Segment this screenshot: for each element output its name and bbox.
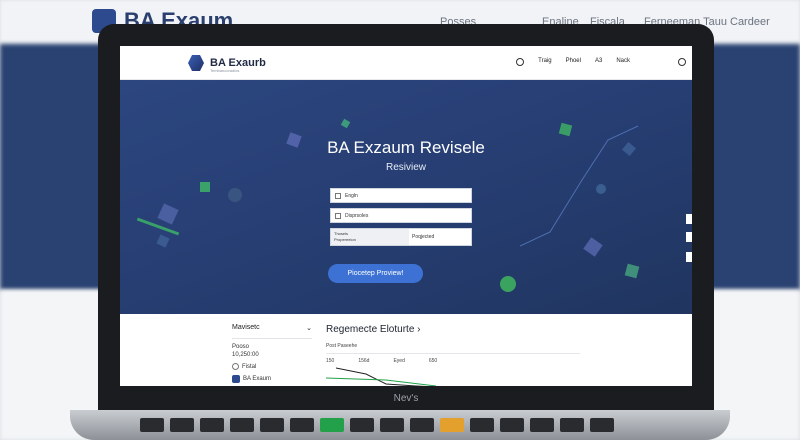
laptop-bottom-bezel: Nev's	[98, 386, 714, 410]
section-heading-text: Regemecte Eloturte	[326, 324, 415, 335]
side-menu-item[interactable]: Fistal	[232, 363, 312, 370]
meta-value: 650	[428, 358, 438, 364]
decor-circle	[228, 188, 242, 202]
search-icon[interactable]	[516, 58, 525, 66]
key	[350, 418, 374, 432]
side-menu-item-text: Fistal	[242, 363, 257, 370]
login-field[interactable]: Engln	[330, 188, 472, 203]
decor-square	[200, 182, 210, 192]
nav-item[interactable]: A3	[595, 58, 602, 66]
chevron-right-icon: ›	[417, 324, 421, 335]
key	[320, 418, 344, 432]
decor-square	[624, 263, 640, 279]
side-menu-item[interactable]: Pooso	[232, 344, 312, 350]
mini-line-chart	[326, 367, 437, 386]
key	[200, 418, 224, 432]
split-left-line2: Propereeion	[334, 237, 356, 242]
login-field-label: Engln	[345, 192, 358, 199]
key	[440, 418, 464, 432]
side-menu-heading[interactable]: Mavisetc ⌄	[232, 324, 312, 339]
laptop-frame: BA Exaurb Tembancoradlos Traig Phoel A3 …	[98, 24, 714, 410]
key	[170, 418, 194, 432]
key	[470, 418, 494, 432]
dropdown-field[interactable]: Disprsoles	[330, 208, 472, 223]
site-logo[interactable]: BA Exaurb Tembancoradlos	[188, 55, 266, 73]
keyboard-row	[140, 418, 614, 432]
meta-value: 150	[326, 358, 335, 364]
side-menu: Mavisetc ⌄ Pooso 10,250:00 Fistal BA Exa…	[232, 324, 312, 383]
site-nav: Traig Phoel A3 Nack	[516, 58, 630, 66]
content-panel: Regemecte Eloturte › Post Paseehe 150 15…	[326, 324, 580, 386]
key	[380, 418, 404, 432]
hero-subtitle: Resiview	[385, 162, 426, 173]
logo-hex-icon	[188, 55, 204, 71]
side-tab	[686, 252, 692, 262]
decor-square	[157, 203, 179, 225]
nav-item[interactable]: Phoel	[566, 58, 581, 66]
hero-section: BA Exzaum Revisele Resiview Engln Disprs…	[120, 80, 692, 314]
key	[500, 418, 524, 432]
key	[530, 418, 554, 432]
site-header: BA Exaurb Tembancoradlos Traig Phoel A3 …	[120, 46, 692, 80]
split-field[interactable]: Thosels Propereeion Poqjected	[330, 228, 472, 246]
meta-row: 150 156d Eyed 650	[326, 358, 580, 364]
key	[290, 418, 314, 432]
decor-square	[156, 234, 170, 248]
nav-item[interactable]: Nack	[616, 58, 630, 66]
split-field-right: Poqjected	[412, 234, 435, 240]
side-tab	[686, 232, 692, 242]
decor-square	[340, 118, 351, 129]
laptop-screen: BA Exaurb Tembancoradlos Traig Phoel A3 …	[120, 46, 692, 386]
section-heading[interactable]: Regemecte Eloturte ›	[326, 324, 580, 335]
key	[590, 418, 614, 432]
site-logo-tagline: Tembancoradlos	[210, 68, 240, 73]
key	[230, 418, 254, 432]
key	[410, 418, 434, 432]
side-menu-heading-text: Mavisetc	[232, 324, 260, 331]
bezel-label: Nev's	[393, 392, 419, 404]
logo-icon	[232, 375, 240, 383]
preview-button[interactable]: Piocetep Proview!	[328, 264, 423, 283]
background-nav-item: Cardeer	[730, 16, 770, 28]
checkbox-icon	[335, 192, 341, 199]
key	[260, 418, 284, 432]
decor-circle	[500, 276, 516, 292]
key	[560, 418, 584, 432]
side-menu-item-text: Pooso	[232, 344, 250, 350]
side-menu-value-text: 10,250:00	[232, 352, 259, 358]
key	[140, 418, 164, 432]
side-menu-item[interactable]: BA Exaum	[232, 375, 312, 383]
side-menu-item-text: BA Exaum	[243, 376, 272, 382]
dropdown-field-label: Disprsoles	[345, 212, 369, 219]
checkbox-icon	[335, 212, 341, 219]
split-field-left: Thosels Propereeion	[331, 229, 409, 245]
side-menu-value: 10,250:00	[232, 352, 312, 358]
meta-label: Post Paseehe	[326, 343, 358, 349]
help-icon[interactable]	[678, 58, 686, 66]
nav-item[interactable]: Traig	[538, 58, 551, 66]
meta-value: 156d	[358, 358, 370, 364]
meta-value: Eyed	[393, 358, 405, 364]
circle-icon	[232, 363, 239, 370]
chevron-down-icon: ⌄	[306, 325, 312, 332]
divider	[326, 353, 580, 354]
side-tab	[686, 214, 692, 224]
lower-section: Mavisetc ⌄ Pooso 10,250:00 Fistal BA Exa…	[120, 314, 692, 386]
hero-title: BA Exzaum Revisele	[327, 138, 485, 157]
